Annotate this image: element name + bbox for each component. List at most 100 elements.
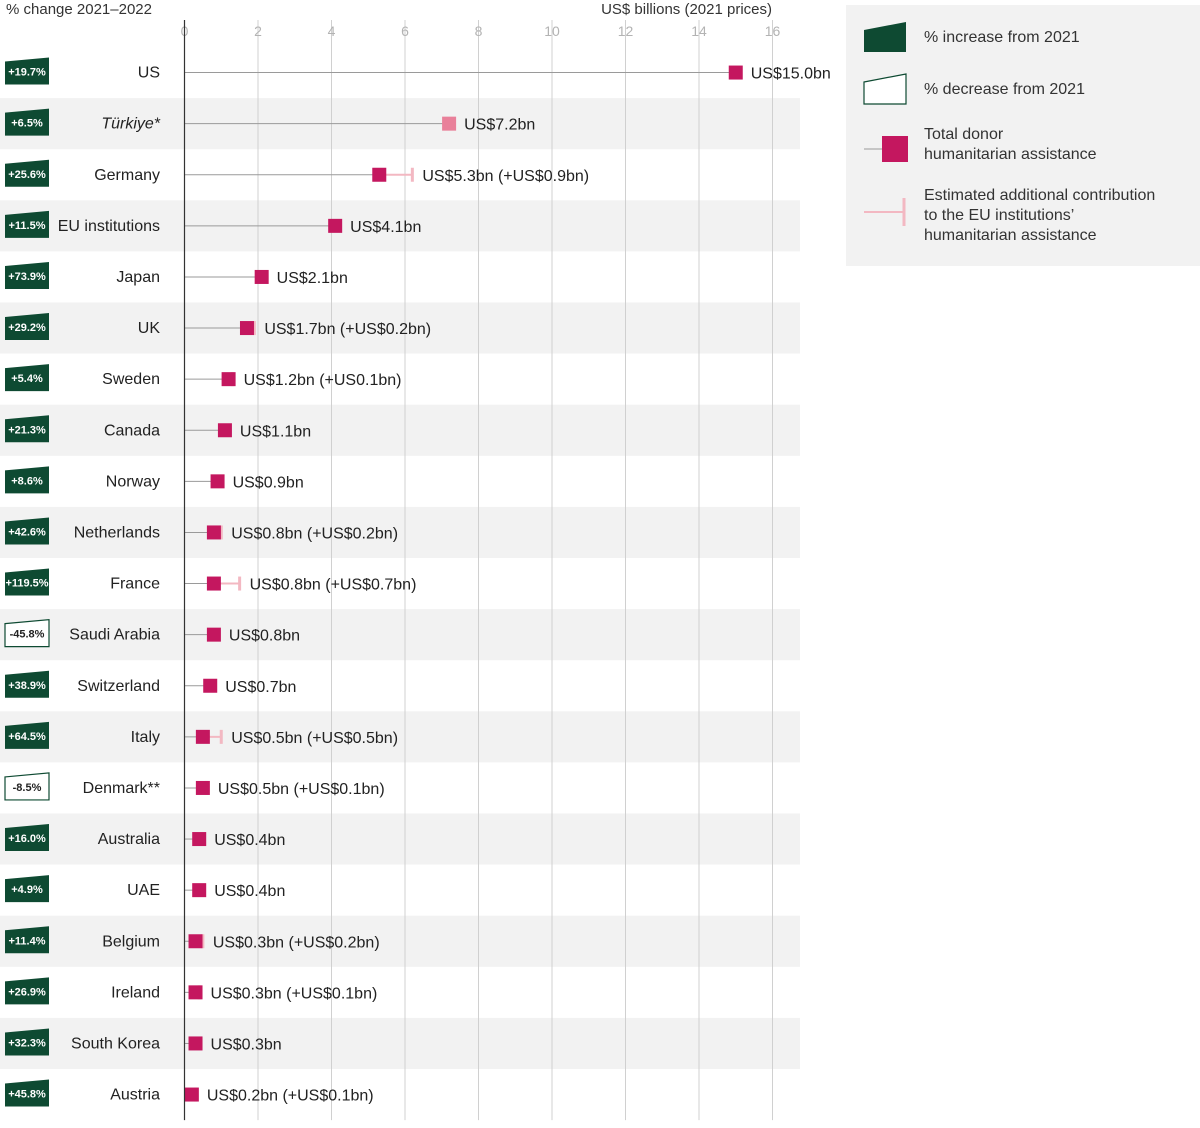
country-label: Saudi Arabia [69,627,160,644]
chart-row: +5.4% Sweden US$1.2bn (+US0.1bn) [5,364,402,392]
chart-row: +73.9% Japan US$2.1bn [5,261,348,289]
change-label: +5.4% [11,373,43,385]
change-label: +119.5% [5,578,48,590]
country-label: Belgium [102,933,160,950]
country-label: Sweden [102,371,160,388]
x-tick-label: 8 [475,23,483,39]
value-label: US$1.7bn (+US$0.2bn) [264,321,431,338]
x-tick-label: 4 [328,23,336,39]
total-marker [210,474,225,489]
value-label: US$15.0bn [751,66,831,83]
legend-label: % increase from 2021 [924,29,1080,46]
country-label: Ireland [111,984,160,1001]
change-label: +29.2% [8,322,46,334]
change-label: +4.9% [11,884,43,896]
country-label: Germany [94,167,160,184]
x-tick-label: 6 [401,23,409,39]
value-label: US$0.3bn (+US$0.1bn) [211,985,378,1002]
country-label: Italy [131,729,160,746]
total-marker [221,372,236,387]
change-label: +25.6% [8,169,46,181]
country-label: France [110,576,160,593]
value-label: US$2.1bn [277,270,348,287]
total-marker [188,1036,203,1051]
total-marker [728,65,743,80]
legend-label: to the EU institutions’ [924,207,1074,224]
change-label: +38.9% [8,680,46,692]
change-label: +42.6% [8,526,46,538]
legend-label: % decrease from 2021 [924,81,1085,98]
axis-title: US$ billions (2021 prices) [601,1,772,18]
country-label: UAE [127,882,160,899]
legend: % increase from 2021 % decrease from 2021… [846,5,1200,266]
value-label: US$7.2bn [464,117,535,134]
change-label: +16.0% [8,833,46,845]
country-label: US [138,65,160,82]
total-marker [192,883,207,898]
country-label: Denmark** [83,780,160,797]
total-marker [195,729,210,744]
legend-label: humanitarian assistance [924,146,1097,163]
value-label: US$1.2bn (+US0.1bn) [244,372,402,389]
total-marker [206,627,221,642]
row-band [0,711,800,763]
value-label: US$0.9bn [233,474,304,491]
chart-row: +26.9% Ireland US$0.3bn (+US$0.1bn) [5,977,378,1005]
x-tick-label: 12 [618,23,634,39]
total-marker [217,423,232,438]
legend-label: Estimated additional contribution [924,187,1155,204]
x-tick-label: 14 [691,23,707,39]
value-label: US$0.8bn (+US$0.7bn) [250,577,417,594]
chart-row: +19.7% US US$15.0bn [5,57,831,85]
value-label: US$0.7bn [225,679,296,696]
total-marker [206,525,221,540]
change-label: +26.9% [8,986,46,998]
value-label: US$0.2bn (+US$0.1bn) [207,1088,374,1105]
change-label: +11.4% [8,935,45,947]
change-label: +19.7% [8,67,46,79]
value-label: US$0.4bn [214,883,285,900]
country-label: EU institutions [58,218,160,235]
total-marker [328,218,343,233]
country-label: Switzerland [77,678,160,695]
chart-row: +8.6% Norway US$0.9bn [5,466,304,494]
change-label: -8.5% [13,782,42,794]
country-label: Norway [106,473,160,490]
value-label: US$0.3bn (+US$0.2bn) [213,934,380,951]
value-label: US$0.5bn (+US$0.5bn) [231,730,398,747]
change-label: +73.9% [8,271,46,283]
total-marker [442,116,457,131]
total-marker [206,576,221,591]
country-label: Australia [98,831,160,848]
left-header: % change 2021–2022 [6,1,152,18]
value-label: US$4.1bn [350,219,421,236]
chart-row: +119.5% France US$0.8bn (+US$0.7bn) [5,568,417,596]
country-label: Japan [116,269,160,286]
change-label: +8.6% [11,475,43,487]
total-swatch [882,136,908,162]
total-marker [184,1087,199,1102]
country-label: South Korea [71,1035,160,1052]
value-label: US$5.3bn (+US$0.9bn) [422,168,589,185]
change-label: +11.5% [8,220,45,232]
x-tick-label: 10 [544,23,560,39]
total-marker [192,832,207,847]
total-marker [195,780,210,795]
chart-row: +25.6% Germany US$5.3bn (+US$0.9bn) [5,159,589,187]
x-tick-label: 16 [765,23,781,39]
change-label: +6.5% [11,118,43,130]
x-tick-label: 2 [254,23,262,39]
total-marker [188,985,203,1000]
value-label: US$1.1bn [240,423,311,440]
total-marker [188,934,203,949]
total-marker [239,321,254,336]
change-label: +32.3% [8,1037,46,1049]
chart-row: -8.5% Denmark** US$0.5bn (+US$0.1bn) [4,772,385,801]
country-label: Netherlands [74,524,160,541]
value-label: US$0.8bn [229,628,300,645]
change-label: +45.8% [8,1089,46,1101]
country-label: Türkiye* [101,116,160,133]
value-label: US$0.4bn [214,832,285,849]
chart-row: +45.8% Austria US$0.2bn (+US$0.1bn) [5,1079,374,1107]
legend-label: Total donor [924,126,1004,143]
